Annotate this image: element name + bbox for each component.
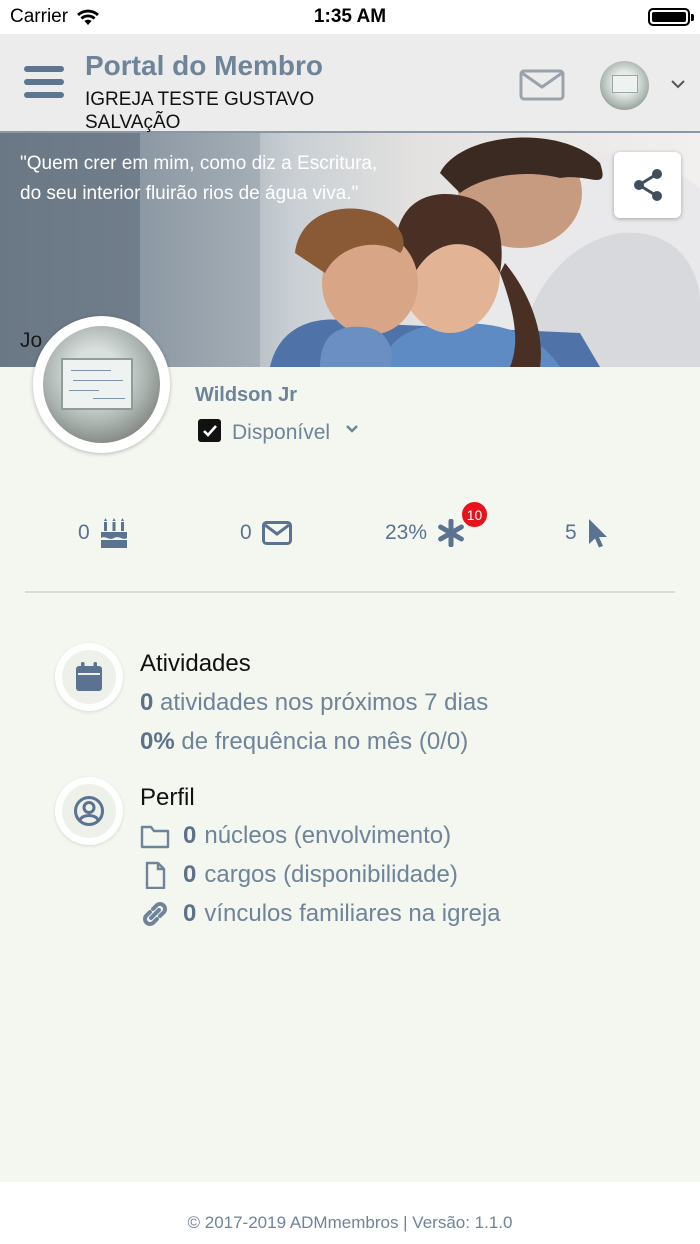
stat-completion[interactable]: 23% — [385, 515, 465, 551]
stat-messages[interactable]: 0 — [240, 515, 292, 551]
clock: 1:35 AM — [313, 6, 387, 27]
activities-upcoming-text: atividades nos próximos 7 dias — [160, 689, 489, 716]
link-icon — [143, 902, 167, 926]
profile-row-nucleos[interactable]: 0 núcleos (envolvimento) — [183, 822, 451, 850]
activities-frequency-text: de frequência no mês (0/0) — [181, 728, 469, 755]
app-title: Portal do Membro — [85, 50, 324, 81]
cargos-count: 0 — [183, 861, 197, 888]
stat-value: 0 — [78, 521, 90, 544]
birthday-cake-icon — [100, 518, 127, 548]
chevron-down-icon[interactable] — [345, 424, 359, 434]
user-name: Wildson Jr — [195, 384, 298, 406]
activities-upcoming[interactable]: 0 atividades nos próximos 7 dias — [140, 689, 488, 717]
profile-avatar[interactable] — [33, 316, 170, 453]
nucleos-count: 0 — [183, 822, 197, 849]
folder-icon — [140, 825, 170, 849]
church-name: IGREJA TESTE GUSTAVO SALVAçÃO — [85, 89, 315, 133]
menu-icon[interactable] — [24, 66, 64, 98]
availability-status[interactable]: Disponível — [232, 421, 330, 445]
cargos-text: cargos (disponibilidade) — [204, 861, 458, 888]
profile-icon-badge — [55, 777, 123, 845]
stat-value: 5 — [565, 521, 577, 544]
user-avatar[interactable] — [600, 61, 649, 110]
battery-icon — [648, 8, 694, 26]
footer-copyright: © 2017-2019 ADMmembros | Versão: 1.1.0 — [187, 1213, 513, 1232]
profile-row-cargos[interactable]: 0 cargos (disponibilidade) — [183, 861, 458, 889]
chevron-down-icon[interactable] — [670, 78, 686, 90]
notification-badge: 10 — [460, 500, 489, 529]
stat-value: 23% — [385, 521, 428, 544]
verse-reference: Jo — [20, 329, 43, 352]
profile-section-title: Perfil — [140, 784, 195, 811]
envelope-icon — [261, 521, 292, 545]
pointer-icon — [588, 519, 607, 548]
asterisk-icon — [438, 519, 464, 547]
nucleos-text: núcleos (envolvimento) — [204, 822, 452, 849]
calendar-icon — [76, 662, 102, 691]
stat-birthdays[interactable]: 0 — [78, 515, 128, 551]
app-header: Portal do Membro IGREJA TESTE GUSTAVO SA… — [0, 34, 700, 133]
vinculos-text: vínculos familiares na igreja — [204, 900, 501, 927]
share-button[interactable] — [614, 152, 681, 218]
vinculos-count: 0 — [183, 900, 197, 927]
activities-title: Atividades — [140, 650, 251, 677]
activities-frequency-value: 0% — [140, 728, 175, 755]
bible-verse: "Quem crer em mim, como diz a Escritura,… — [20, 153, 378, 204]
activities-frequency[interactable]: 0% de frequência no mês (0/0) — [140, 728, 468, 756]
activities-icon-badge — [55, 643, 123, 711]
stat-value: 0 — [240, 521, 252, 544]
stat-accesses[interactable]: 5 — [565, 515, 609, 551]
availability-checkbox[interactable] — [198, 419, 221, 442]
mail-icon[interactable] — [519, 69, 565, 101]
profile-row-vinculos[interactable]: 0 vínculos familiares na igreja — [183, 900, 501, 928]
status-bar: Carrier 1:35 AM — [0, 0, 700, 34]
share-icon — [633, 169, 662, 201]
checkmark-icon — [202, 424, 217, 437]
user-circle-icon — [74, 796, 104, 826]
footer: © 2017-2019 ADMmembros | Versão: 1.1.0 — [0, 1182, 700, 1244]
activities-upcoming-count: 0 — [140, 689, 154, 716]
file-icon — [145, 861, 166, 889]
profile-photo — [43, 326, 160, 443]
section-divider — [25, 591, 675, 593]
